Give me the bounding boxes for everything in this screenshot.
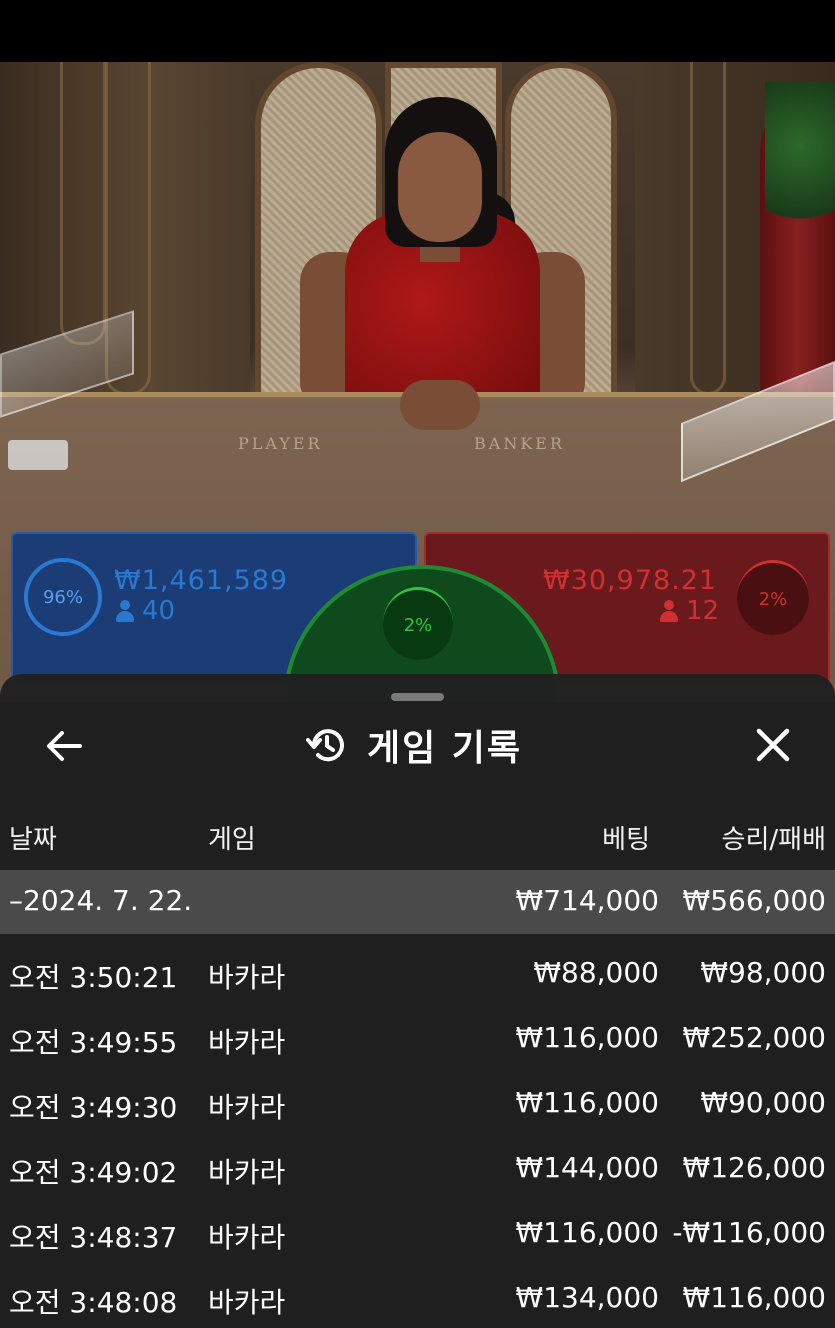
card-stack xyxy=(8,440,68,470)
player-percent-ring: 96% xyxy=(24,558,102,636)
row-game: 바카라 xyxy=(208,961,286,994)
banker-bettor-count: 12 xyxy=(660,596,719,626)
row-game: 바카라 xyxy=(208,1026,286,1059)
column-header-result: 승리/패배 xyxy=(721,825,826,855)
row-game: 바카라 xyxy=(208,1091,286,1124)
dealer-face xyxy=(398,132,482,242)
arrow-left-icon xyxy=(47,731,82,761)
row-result: ₩90,000 xyxy=(700,1086,826,1119)
app-root: PLAYER BANKER 96% ₩1,461,589 40 2% ₩30,9… xyxy=(0,0,835,1328)
banker-percent-ring: 2% xyxy=(737,560,809,635)
wall-panel xyxy=(690,62,726,395)
history-row[interactable]: 오전 3:49:30 바카라 ₩116,000 ₩90,000 xyxy=(0,1074,835,1139)
date-group-bet-total: ₩714,000 xyxy=(515,884,659,917)
column-header-date: 날짜 xyxy=(9,825,57,855)
row-time: 오전 3:48:08 xyxy=(9,1286,178,1319)
row-result: -₩116,000 xyxy=(672,1216,826,1249)
column-header-game: 게임 xyxy=(208,825,256,855)
game-history-sheet: 게임 기록 날짜 게임 베팅 승리/패배 –2024. 7. 22. ₩714,… xyxy=(0,674,835,1328)
close-icon xyxy=(756,728,790,762)
history-row[interactable]: 오전 3:49:55 바카라 ₩116,000 ₩252,000 xyxy=(0,1009,835,1074)
row-result: ₩252,000 xyxy=(682,1021,826,1054)
banker-bettor-count-value: 12 xyxy=(686,596,720,626)
row-time: 오전 3:49:02 xyxy=(9,1156,178,1189)
history-row[interactable]: 오전 3:49:02 바카라 ₩144,000 ₩126,000 xyxy=(0,1139,835,1204)
sheet-title-text: 게임 기록 xyxy=(367,728,523,769)
row-bet: ₩116,000 xyxy=(515,1021,659,1054)
person-icon xyxy=(116,600,134,622)
sheet-drag-handle[interactable] xyxy=(391,693,444,701)
row-time: 오전 3:48:37 xyxy=(9,1221,178,1254)
sheet-title: 게임 기록 xyxy=(305,720,522,770)
row-result: ₩98,000 xyxy=(700,956,826,989)
date-group-result-total: ₩566,000 xyxy=(682,884,826,917)
column-header-bet: 베팅 xyxy=(602,825,650,855)
row-bet: ₩134,000 xyxy=(515,1281,659,1314)
row-result: ₩116,000 xyxy=(682,1281,826,1314)
player-bet-total: ₩1,461,589 xyxy=(114,565,289,596)
history-row[interactable]: 오전 3:48:37 바카라 ₩116,000 -₩116,000 xyxy=(0,1204,835,1269)
dealer-hands xyxy=(400,380,480,430)
row-bet: ₩116,000 xyxy=(515,1216,659,1249)
table-label-player: PLAYER xyxy=(238,434,323,453)
close-button[interactable] xyxy=(748,720,798,770)
row-bet: ₩116,000 xyxy=(515,1086,659,1119)
history-row[interactable]: 오전 3:50:21 바카라 ₩88,000 ₩98,000 xyxy=(0,944,835,1009)
row-time: 오전 3:49:55 xyxy=(9,1026,178,1059)
row-game: 바카라 xyxy=(208,1286,286,1319)
row-bet: ₩88,000 xyxy=(533,956,659,989)
history-row[interactable]: 오전 3:48:08 바카라 ₩134,000 ₩116,000 xyxy=(0,1269,835,1328)
decor-tree xyxy=(765,82,835,242)
row-game: 바카라 xyxy=(208,1156,286,1189)
banker-percent: 2% xyxy=(758,588,788,610)
date-group-header[interactable]: –2024. 7. 22. ₩714,000 ₩566,000 xyxy=(0,870,835,934)
player-percent: 96% xyxy=(42,586,83,608)
wall-panel xyxy=(60,62,106,345)
person-icon xyxy=(660,600,678,622)
tie-percent-ring: 2% xyxy=(383,587,453,660)
banker-bet-total: ₩30,978.21 xyxy=(543,565,718,596)
back-button[interactable] xyxy=(40,722,88,770)
player-bettor-count-value: 40 xyxy=(142,596,176,626)
tie-percent: 2% xyxy=(403,614,433,636)
row-bet: ₩144,000 xyxy=(515,1151,659,1184)
row-result: ₩126,000 xyxy=(682,1151,826,1184)
status-bar xyxy=(0,0,835,62)
row-time: 오전 3:49:30 xyxy=(9,1091,178,1124)
player-bettor-count: 40 xyxy=(116,596,175,626)
date-group-date: –2024. 7. 22. xyxy=(9,884,193,917)
row-time: 오전 3:50:21 xyxy=(9,961,178,994)
table-label-banker: BANKER xyxy=(474,434,565,453)
row-game: 바카라 xyxy=(208,1221,286,1254)
history-icon xyxy=(306,729,344,762)
